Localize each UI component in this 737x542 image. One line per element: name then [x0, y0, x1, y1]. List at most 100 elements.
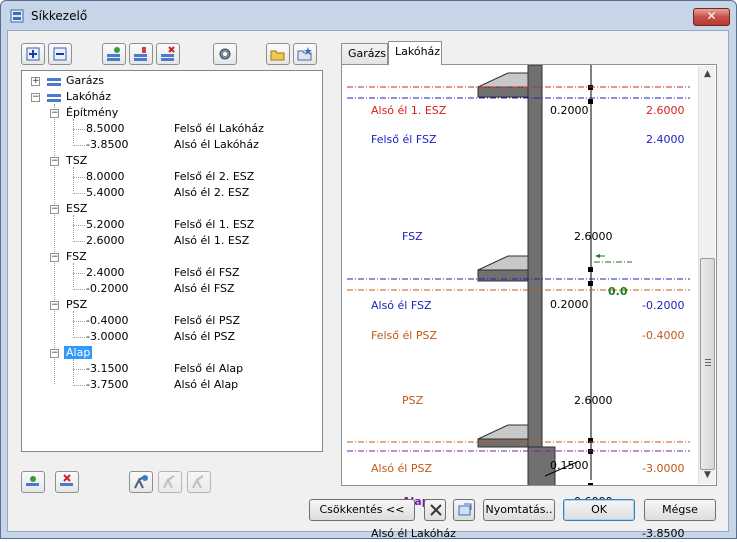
tree-value[interactable]: -3.7500: [86, 377, 128, 393]
dimension-label: 2.6000: [574, 394, 613, 407]
tools-button[interactable]: [424, 499, 446, 521]
delete-building-button[interactable]: [55, 471, 79, 493]
reduce-button[interactable]: Csökkentés <<: [309, 499, 415, 521]
add-building-button[interactable]: [21, 471, 45, 493]
collapse-all-button[interactable]: [48, 43, 72, 65]
tree-value[interactable]: 2.6000: [86, 233, 125, 249]
section-view: Alsó él 1. ESZ 2.6000 Felső él FSZ 2.400…: [341, 64, 717, 540]
delete-level-button[interactable]: [156, 43, 180, 65]
expander-lakohaz[interactable]: −: [31, 93, 40, 102]
scroll-up-arrow[interactable]: ▲: [699, 66, 716, 83]
copy-structure-icon: [163, 475, 175, 489]
tree-group-alap[interactable]: Alap: [64, 345, 93, 361]
tree-label: Alsó él Lakóház: [174, 138, 259, 151]
level-label: Felső él PSZ: [371, 329, 437, 342]
tree-guide-line: [73, 337, 85, 338]
cancel-button[interactable]: Mégse: [644, 499, 716, 521]
tree-value[interactable]: 5.2000: [86, 217, 125, 233]
edit-level-button[interactable]: [129, 43, 153, 65]
tree-value[interactable]: 5.4000: [86, 185, 125, 201]
scroll-grip: [705, 365, 711, 366]
tree-label: Alsó él PSZ: [174, 330, 236, 343]
expand-all-icon: [26, 47, 40, 61]
expander-psz[interactable]: −: [50, 301, 59, 310]
slab-mid: [477, 255, 529, 271]
move-structure-button[interactable]: [187, 471, 211, 493]
tree-guide-line: [73, 225, 85, 226]
expander-alap[interactable]: −: [50, 349, 59, 358]
floor-name-psz: PSZ: [402, 394, 424, 407]
tree-group-esz[interactable]: ESZ: [66, 201, 87, 217]
dimension-label: 0.1500: [550, 459, 589, 472]
tree-label: Felső él Alap: [174, 362, 244, 375]
tree-label: Felső él PSZ: [174, 314, 240, 327]
tree-group-tsz[interactable]: TSZ: [66, 153, 87, 169]
add-structure-button[interactable]: [129, 471, 153, 493]
print-button[interactable]: Nyomtatás..: [483, 499, 555, 521]
dimension-label: 2.6000: [574, 230, 613, 243]
add-building-icon: [26, 476, 39, 486]
tree-guide-line: [73, 321, 85, 322]
close-button[interactable]: ✕: [693, 8, 730, 26]
tree-building-lakohaz[interactable]: Lakóház: [66, 89, 111, 105]
expand-all-button[interactable]: [21, 43, 45, 65]
open-folder-icon: [270, 50, 285, 61]
ok-button[interactable]: OK: [563, 499, 635, 521]
section-scrollbar[interactable]: ▲ ▼: [698, 66, 715, 484]
export-image-button[interactable]: [453, 499, 475, 521]
selected-label: Alap: [64, 346, 93, 359]
tree-guide-line: [73, 289, 85, 290]
tree-guide-line: [73, 385, 85, 386]
tree-guide-line: [73, 273, 85, 274]
expander-epitmeny[interactable]: −: [50, 109, 59, 118]
tree-label: Felső él 2. ESZ: [174, 170, 255, 183]
tree-value[interactable]: 2.4000: [86, 265, 125, 281]
tab-garazs[interactable]: Garázs: [341, 43, 388, 64]
zero-marker-label: 0.0: [608, 285, 628, 298]
tree-value[interactable]: -3.8500: [86, 137, 128, 153]
tree-value[interactable]: 8.0000: [86, 169, 125, 185]
level-value: 2.4000: [646, 133, 685, 146]
dimension-label: 0.2000: [550, 104, 589, 117]
tree-guide-line: [73, 193, 85, 194]
scroll-down-arrow[interactable]: ▼: [699, 467, 716, 484]
tree-value[interactable]: -0.4000: [86, 313, 128, 329]
scroll-grip: [705, 362, 711, 363]
expander-fsz[interactable]: −: [50, 253, 59, 262]
tree-guide-line: [73, 215, 74, 239]
wall-section: [527, 65, 543, 456]
level-label: Alsó él Lakóház: [371, 527, 456, 540]
scroll-thumb[interactable]: [700, 258, 715, 470]
move-structure-icon: [192, 475, 204, 489]
expander-tsz[interactable]: −: [50, 157, 59, 166]
settings-button[interactable]: [213, 43, 237, 65]
dimension-tick: [588, 267, 593, 272]
new-level-button[interactable]: [102, 43, 126, 65]
zero-arrow-icon: [595, 254, 600, 258]
open-button[interactable]: [266, 43, 290, 65]
slab-top: [477, 72, 529, 88]
level-tree[interactable]: + Garázs − Lakóház − Építmény 8.5000 Fel…: [21, 70, 323, 452]
tree-group-psz[interactable]: PSZ: [66, 297, 87, 313]
tree-label: Felső él Lakóház: [174, 122, 264, 135]
tree-guide-line: [73, 263, 74, 287]
tab-lakohaz[interactable]: Lakóház: [388, 41, 442, 65]
tree-label: Felső él FSZ: [174, 266, 240, 279]
tree-value[interactable]: -0.2000: [86, 281, 128, 297]
level-value: -3.0000: [642, 462, 685, 475]
save-template-button[interactable]: [293, 43, 317, 65]
copy-structure-button[interactable]: [158, 471, 182, 493]
tree-value[interactable]: 8.5000: [86, 121, 125, 137]
expander-garazs[interactable]: +: [31, 77, 40, 86]
tree-value[interactable]: -3.1500: [86, 361, 128, 377]
tree-building-garazs[interactable]: Garázs: [66, 73, 104, 89]
tree-guide-line: [73, 119, 74, 143]
slab-bottom: [477, 424, 529, 440]
tree-group-fsz[interactable]: FSZ: [66, 249, 87, 265]
dimension-label: 0.2000: [550, 298, 589, 311]
dimension-tick: [588, 483, 593, 485]
tree-value[interactable]: -3.0000: [86, 329, 128, 345]
level-label: Felső él FSZ: [371, 133, 437, 146]
collapse-all-icon: [53, 47, 67, 61]
expander-esz[interactable]: −: [50, 205, 59, 214]
